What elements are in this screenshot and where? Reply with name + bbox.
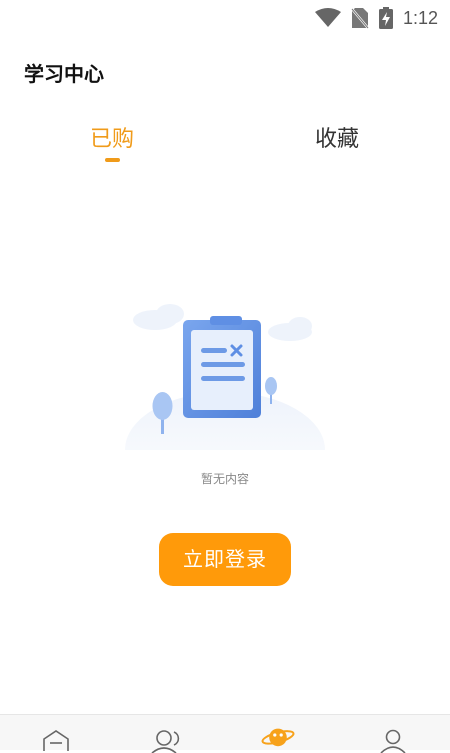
tab-purchased[interactable]: 已购 — [52, 120, 172, 160]
page-title: 学习中心 — [24, 62, 104, 86]
no-sim-icon — [350, 8, 369, 29]
status-time: 1:12 — [402, 7, 438, 28]
home-icon[interactable] — [36, 729, 76, 753]
status-bar: 1:12 — [0, 0, 450, 36]
status-icons: 1:12 — [314, 6, 438, 30]
tab-bar: 已购 收藏 — [0, 120, 450, 170]
empty-state-message: 暂无内容 — [200, 472, 249, 486]
wifi-icon — [314, 8, 341, 27]
battery-charging-icon — [378, 7, 393, 29]
community-icon[interactable] — [149, 729, 189, 753]
explore-planet-icon[interactable] — [258, 723, 298, 747]
bottom-nav — [0, 714, 450, 753]
tab-favorites[interactable]: 收藏 — [277, 120, 397, 160]
empty-clipboard-illustration — [125, 304, 325, 450]
profile-icon[interactable] — [373, 729, 413, 753]
active-tab-indicator — [105, 158, 120, 162]
login-button[interactable]: 立即登录 — [159, 533, 291, 586]
